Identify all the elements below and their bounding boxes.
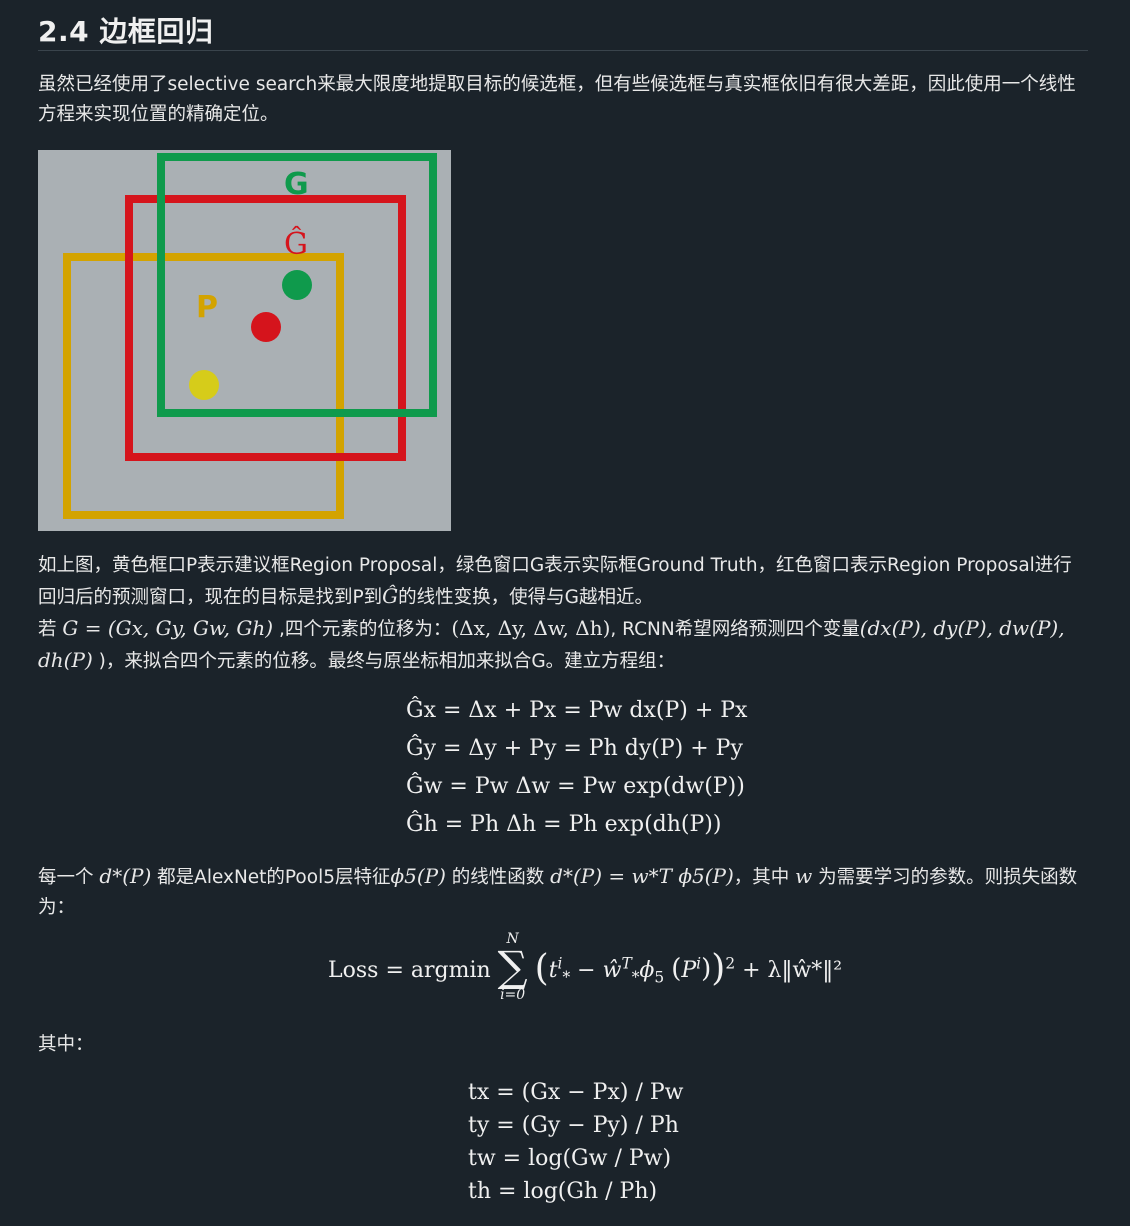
target-tw: tw = log(Gw / Pw) [468,1146,672,1171]
loss-op: = argmin [385,958,491,983]
delta-tuple: (Δx, Δy, Δw, Δh) [451,616,611,640]
linear-line-2: 为： [38,897,76,918]
article: 2.4 边框回归 虽然已经使用了selective search来最大限度地提取… [38,0,1088,1204]
equation-gw: Ĝw = Pw Δw = Pw exp(dw(P)) [406,774,745,799]
desc-line-3: 若 G = (Gx, Gy, Gw, Gh) ,四个元素的位移为：(Δx, Δy… [38,616,1065,640]
summation: N ∑ i=0 [497,931,528,1003]
intro-paragraph: 虽然已经使用了selective search来最大限度地提取目标的候选框，但有… [38,70,1083,130]
label-ghat: Ĝ [284,226,308,262]
g-tuple: G = (Gx, Gy, Gw, Gh) [62,616,274,640]
linear-function-paragraph: 每一个 d*(P) 都是AlexNet的Pool5层特征ϕ5(P) 的线性函数 … [38,861,1083,923]
bbox-regression-figure: G Ĝ P [38,150,451,531]
heading-divider [38,50,1088,51]
target-ty: ty = (Gy − Py) / Ph [468,1113,679,1138]
loss-equation: Loss = argmin N ∑ i=0 (ti* − ŵT*ϕ5 (Pi))… [328,931,843,1003]
loss-regularizer: + λ‖ŵ*‖² [742,958,843,983]
linear-line-1: 每一个 d*(P) 都是AlexNet的Pool5层特征ϕ5(P) 的线性函数 … [38,864,1078,888]
proposal-center-dot [189,370,219,400]
equation-gh: Ĝh = Ph Δh = Ph exp(dh(P)) [406,812,722,837]
where-label: 其中： [38,1034,94,1055]
intro-line-2: 方程来实现位置的精确定位。 [38,104,279,125]
intro-line-1: 虽然已经使用了selective search来最大限度地提取目标的候选框，但有… [38,74,1076,95]
label-p: P [196,290,218,325]
equation-gx: Ĝx = Δx + Px = Pw dx(P) + Px [406,698,748,723]
dh-var: dh(P) [38,648,93,672]
equation-gy: Ĝy = Δy + Py = Ph dy(P) + Py [406,736,743,761]
section-heading: 2.4 边框回归 [38,15,214,48]
ghat-symbol: Ĝ [382,584,399,608]
label-g: G [284,167,309,202]
desc-line-2: 回归后的预测窗口，现在的目标是找到P到Ĝ的线性变换，使得与G越相近。 [38,584,653,608]
target-tx: tx = (Gx − Px) / Pw [468,1080,684,1105]
target-th: th = log(Gh / Ph) [468,1179,658,1204]
ground-truth-center-dot [282,270,312,300]
desc-line-4: dh(P) )，来拟合四个元素的位移。最终与原坐标相加来拟合G。建立方程组： [38,648,676,672]
target-equations: tx = (Gx − Px) / Pw ty = (Gy − Py) / Ph … [468,1076,683,1208]
desc-line-1: 如上图，黄色框口P表示建议框Region Proposal，绿色窗口G表示实际框… [38,555,1072,576]
boxes-diagram: G Ĝ P [38,150,451,531]
d-vars: (dx(P), dy(P), dw(P), [859,616,1065,640]
predicted-center-dot [251,312,281,342]
loss-name: Loss [328,958,379,983]
description-paragraph: 如上图，黄色框口P表示建议框Region Proposal，绿色窗口G表示实际框… [38,551,1083,677]
equation-system: Ĝx = Δx + Px = Pw dx(P) + Px Ĝy = Δy + P… [406,692,747,844]
